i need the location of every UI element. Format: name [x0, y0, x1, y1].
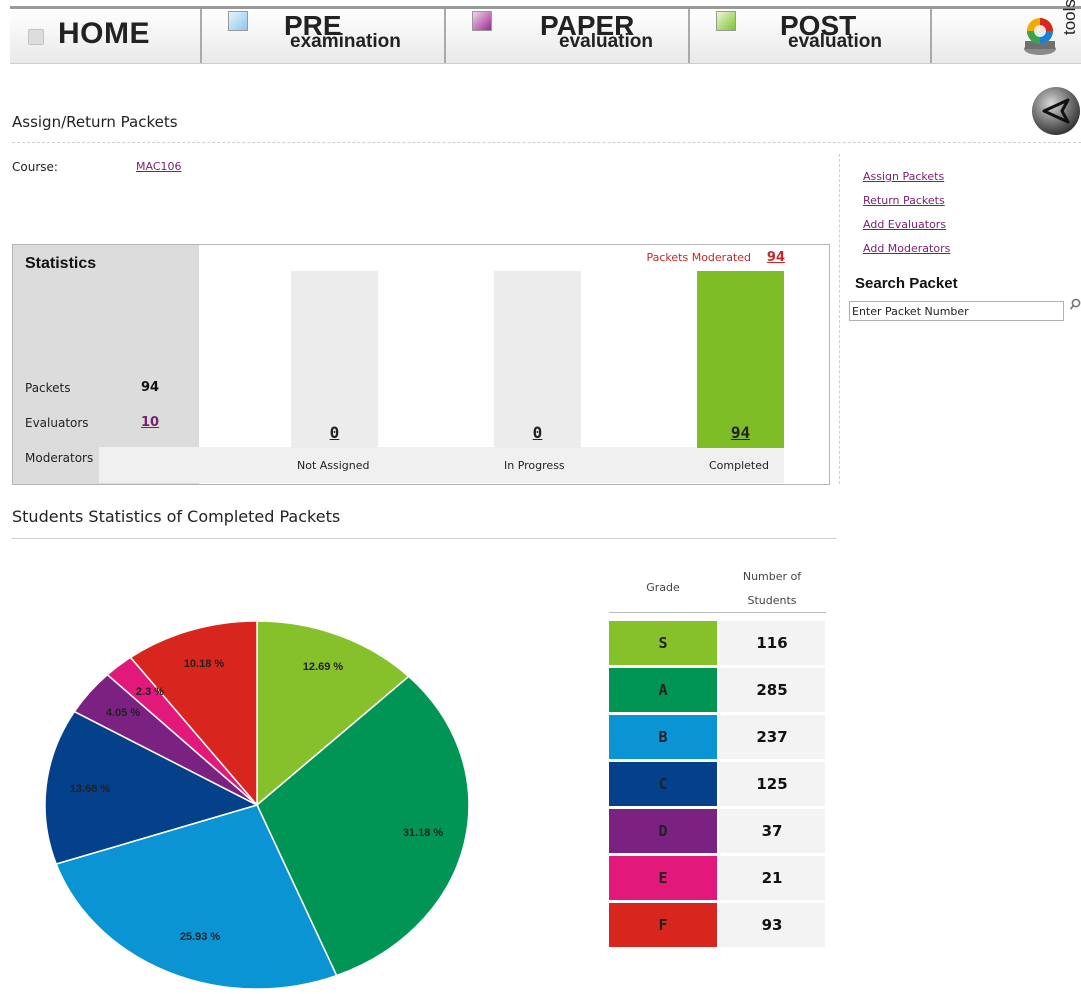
packets-moderated-label: Packets Moderated: [646, 251, 751, 264]
student-count-c: 125: [719, 762, 825, 806]
grade-cell-a: A: [609, 668, 717, 712]
packets-value: 94: [141, 380, 160, 395]
table-header-divider: [609, 612, 826, 613]
header-divider: [12, 142, 1081, 143]
pie-label-a: 31.18 %: [403, 827, 444, 839]
search-packet-input[interactable]: [849, 301, 1064, 321]
search-packet-title: Search Packet: [855, 275, 958, 292]
back-arrow-icon[interactable]: [1030, 86, 1081, 136]
add-evaluators-link[interactable]: Add Evaluators: [863, 218, 946, 231]
page-title: Assign/Return Packets: [12, 113, 178, 131]
pie-label-f: 10.18 %: [184, 658, 225, 670]
assign-packets-link[interactable]: Assign Packets: [863, 170, 944, 183]
section-divider: [12, 538, 836, 539]
return-packets-link[interactable]: Return Packets: [863, 194, 945, 207]
nav-pre-sublabel: examination: [290, 31, 401, 52]
grade-cell-e: E: [609, 856, 717, 900]
nav-home[interactable]: HOME: [10, 9, 202, 63]
bar-label-not-assigned: Not Assigned: [297, 459, 370, 472]
bar-label-completed: Completed: [709, 459, 769, 472]
moderators-label: Moderators: [25, 451, 94, 465]
bar-value-in-progress[interactable]: 0: [494, 423, 581, 442]
course-link[interactable]: MAC106: [136, 160, 182, 173]
pie-label-b: 25.93 %: [180, 931, 221, 943]
nav-post-evaluation[interactable]: POST evaluation: [690, 9, 932, 63]
bar-value-completed[interactable]: 94: [697, 423, 784, 442]
student-count-e: 21: [719, 856, 825, 900]
course-label: Course:: [12, 160, 58, 174]
grade-cell-d: D: [609, 809, 717, 853]
students-statistics-title: Students Statistics of Completed Packets: [12, 507, 341, 526]
evaluators-link[interactable]: 10: [141, 415, 159, 430]
column-divider: [839, 154, 840, 484]
student-count-f: 93: [719, 903, 825, 947]
pie-label-c: 13.68 %: [70, 783, 111, 795]
pre-examination-icon: [228, 11, 248, 31]
search-icon[interactable]: [1070, 298, 1081, 312]
nav-tools-label: tools: [1060, 0, 1079, 35]
student-count-d: 37: [719, 809, 825, 853]
bar-label-in-progress: In Progress: [504, 459, 565, 472]
nav-paper-sublabel: evaluation: [559, 31, 653, 52]
bar-fill: [697, 271, 784, 448]
statistics-panel: Statistics Packets 94 Evaluators 10 Mode…: [12, 244, 830, 485]
tools-icon: [1024, 18, 1056, 55]
packets-label: Packets: [25, 381, 71, 395]
bar-completed: 94: [697, 271, 784, 448]
add-moderators-link[interactable]: Add Moderators: [863, 242, 950, 255]
grade-cell-s: S: [609, 621, 717, 665]
top-navigation: HOME PRE examination PAPER evaluation PO…: [10, 0, 1081, 64]
home-icon: [28, 29, 44, 45]
nav-paper-evaluation[interactable]: PAPER evaluation: [446, 9, 690, 63]
grade-cell-c: C: [609, 762, 717, 806]
pie-label-s: 12.69 %: [303, 661, 344, 673]
count-column-header-line1: Number of: [742, 570, 802, 583]
evaluators-label: Evaluators: [25, 416, 89, 430]
bar-in-progress: 0: [494, 271, 581, 448]
grade-cell-b: B: [609, 715, 717, 759]
nav-home-label: HOME: [58, 17, 150, 50]
bar-label-band: [99, 447, 784, 483]
pie-label-e: 2.3 %: [136, 686, 164, 698]
packets-moderated-link[interactable]: 94: [767, 250, 785, 265]
nav-post-sublabel: evaluation: [788, 31, 882, 52]
bar-value-not-assigned[interactable]: 0: [291, 423, 378, 442]
student-count-b: 237: [719, 715, 825, 759]
post-evaluation-icon: [716, 11, 736, 31]
count-column-header-line2: Students: [747, 594, 797, 607]
nav-pre-examination[interactable]: PRE examination: [202, 9, 446, 63]
statistics-title: Statistics: [25, 255, 97, 272]
student-count-a: 285: [719, 668, 825, 712]
grade-cell-f: F: [609, 903, 717, 947]
grade-column-header: Grade: [646, 581, 680, 594]
paper-evaluation-icon: [472, 11, 492, 31]
bar-not-assigned: 0: [291, 271, 378, 448]
nav-tools[interactable]: tools: [932, 0, 1081, 63]
pie-label-d: 4.05 %: [106, 707, 140, 719]
grade-pie-chart: 12.69 % 31.18 % 25.93 % 13.68 % 4.05 % 2.3 % 1…: [44, 620, 470, 990]
student-count-s: 116: [719, 621, 825, 665]
